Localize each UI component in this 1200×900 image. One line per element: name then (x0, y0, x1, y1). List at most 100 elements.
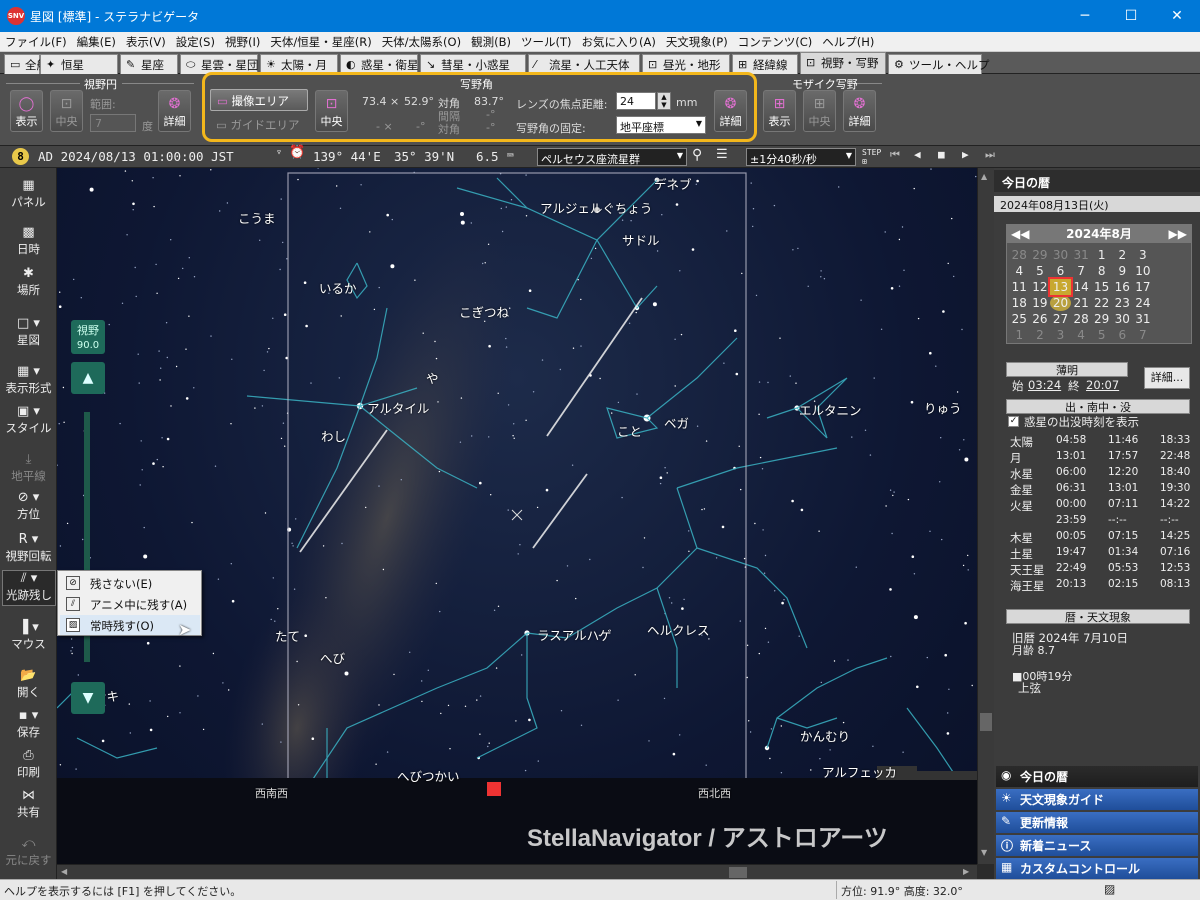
place-button[interactable]: ✱ 場所 (0, 266, 57, 298)
right-tab-3[interactable]: ⓘ 新着ニュース (996, 835, 1198, 856)
trail-button[interactable]: ⫽ ▾ 光跡残し (2, 570, 56, 606)
tab-8[interactable]: ⊡ 昼光・地形 (642, 54, 730, 74)
sky-label[interactable]: や (426, 368, 439, 387)
calendar-day[interactable]: 5 (1030, 263, 1051, 279)
calendar-day[interactable]: 31 (1071, 247, 1092, 263)
sky-label[interactable]: デネブ (654, 174, 692, 193)
tab-11[interactable]: ⚙ ツール・ヘルプ (888, 54, 990, 74)
star-chart[interactable]: デネブ アルジェルぐちょう サドル こうま いるか こぎつねやアルタイル わし こと ベガ エルタ… (57, 168, 977, 864)
calendar-day[interactable]: 4 (1009, 263, 1030, 279)
undo-button[interactable]: ⤺ 元に戻す (0, 836, 57, 868)
open-button[interactable]: 📂 開く (0, 668, 57, 700)
tab-7[interactable]: ⁄ 流星・人工天体 (528, 54, 640, 74)
trail-option-none[interactable]: ⊘ 残さない(E) (60, 573, 200, 593)
tab-10[interactable]: ⊡ 視野・写野 (800, 52, 886, 74)
right-tab-0[interactable]: ◉ 今日の暦 (996, 766, 1198, 787)
menu-item-5[interactable]: 天体/恒星・星座(R) (265, 32, 376, 50)
sky-label[interactable]: へび (320, 648, 345, 667)
twilight-detail-button[interactable]: 詳細... (1144, 367, 1190, 389)
sky-label[interactable]: かんむり (800, 726, 850, 745)
horizontal-scrollbar[interactable]: ◀ ▶ (57, 864, 977, 879)
sky-label[interactable]: へびつかい (397, 766, 460, 785)
mouse-button[interactable]: ▐ ▾ マウス (0, 620, 57, 652)
datetime-button[interactable]: ▩ 日時 (0, 225, 57, 257)
sky-label[interactable]: ラスアルハゲ (537, 625, 612, 644)
range-input[interactable]: 7 (90, 114, 136, 132)
sky-label[interactable]: アルフェッカ (822, 762, 897, 781)
calendar-day[interactable]: 29 (1030, 247, 1051, 263)
menu-item-9[interactable]: お気に入り(A) (576, 32, 660, 50)
skip-forward-icon[interactable]: ⏭ (985, 148, 995, 162)
calendar-day[interactable]: 20 (1050, 295, 1071, 311)
sky-label[interactable]: たて (275, 626, 300, 645)
save-button[interactable]: ▪ ▾ 保存 (0, 708, 57, 740)
calendar-day[interactable]: 2 (1112, 247, 1133, 263)
scroll-up-icon[interactable]: ▲ (981, 172, 987, 181)
display-format-button[interactable]: ▦ ▾ 表示形式 (0, 364, 57, 396)
zoom-out-button[interactable]: ▼ (71, 682, 105, 714)
tab-1[interactable]: ✦ 恒星 (40, 54, 118, 74)
play-icon[interactable]: ▶ (962, 148, 969, 161)
calendar-day[interactable]: 23 (1112, 295, 1133, 311)
menu-item-2[interactable]: 表示(V) (121, 32, 171, 50)
menu-item-6[interactable]: 天体/太陽系(O) (377, 32, 466, 50)
calendar-day[interactable]: 26 (1030, 311, 1051, 327)
calendar-day[interactable]: 22 (1091, 295, 1112, 311)
stop-icon[interactable]: ■ (938, 148, 945, 161)
calendar-day[interactable]: 6 (1050, 263, 1071, 279)
calendar-day[interactable]: 30 (1112, 311, 1133, 327)
menu-item-11[interactable]: コンテンツ(C) (733, 32, 818, 50)
calendar-day[interactable]: 28 (1009, 247, 1030, 263)
calendar-day[interactable]: 28 (1071, 311, 1092, 327)
calendar-day[interactable]: 2 (1030, 327, 1051, 343)
calendar-day[interactable]: 25 (1009, 311, 1030, 327)
minimize-icon[interactable]: ─ (1062, 0, 1108, 32)
sky-label[interactable]: ヘルクレス (647, 620, 710, 639)
animation-speed-select[interactable]: ±1分40秒/秒 ▼ (746, 148, 856, 166)
tab-3[interactable]: ⬭ 星雲・星団 (180, 54, 259, 74)
zoom-in-button[interactable]: ▲ (71, 362, 105, 394)
hscroll-thumb[interactable] (729, 867, 747, 878)
mosaic-detail-button[interactable]: ❂ 詳細 (843, 90, 876, 132)
tab-6[interactable]: ↘ 彗星・小惑星 (420, 54, 526, 74)
close-icon[interactable]: ✕ (1154, 0, 1200, 32)
sky-label[interactable]: こと (617, 421, 642, 440)
print-button[interactable]: ⎙ 印刷 (0, 748, 57, 780)
calendar-day[interactable]: 3 (1133, 247, 1154, 263)
calendar-day[interactable]: 29 (1091, 311, 1112, 327)
sky-label[interactable]: 西南西 (255, 785, 288, 801)
calendar-day[interactable]: 6 (1112, 327, 1133, 343)
sky-label[interactable]: いるか (319, 278, 357, 297)
calendar-day[interactable]: 24 (1133, 295, 1154, 311)
keyboard-icon[interactable]: ⌨ (507, 149, 514, 162)
rotate-view-button[interactable]: R ▾ 視野回転 (0, 532, 57, 564)
sky-label[interactable]: サドル (622, 230, 660, 249)
calendar-day[interactable]: 1 (1009, 327, 1030, 343)
time-arrow-icon[interactable]: ▿ (276, 147, 282, 158)
calendar-day[interactable]: 11 (1009, 279, 1030, 295)
tab-5[interactable]: ◐ 惑星・衛星 (340, 54, 419, 74)
planet-rise-checkbox[interactable]: ✓ (1008, 416, 1019, 427)
moon-phase-badge[interactable]: 8 (12, 148, 29, 165)
horizon-button[interactable]: ⤓ 地平線 (0, 452, 57, 484)
sky-label[interactable]: こぎつね (459, 302, 509, 321)
fov-circle-center-button[interactable]: ⊡ 中央 (50, 90, 83, 132)
calendar-day[interactable]: 7 (1071, 263, 1092, 279)
fov-circle-detail-button[interactable]: ❂ 詳細 (158, 90, 191, 132)
menu-item-7[interactable]: 観測(B) (466, 32, 516, 50)
sky-label[interactable]: 西北西 (698, 785, 731, 801)
vertical-scrollbar[interactable]: ▲ ▼ (977, 168, 994, 864)
sky-label[interactable]: わし (321, 426, 346, 445)
menu-item-1[interactable]: 編集(E) (72, 32, 121, 50)
calendar-day[interactable]: 5 (1091, 327, 1112, 343)
latitude-display[interactable]: 35° 39'N (394, 149, 454, 164)
longitude-display[interactable]: 139° 44'E (313, 149, 381, 164)
direction-button[interactable]: ⊘ ▾ 方位 (0, 490, 57, 522)
trail-option-anim[interactable]: ⫽ アニメ中に残す(A) (60, 594, 200, 614)
mosaic-center-button[interactable]: ⊞ 中央 (803, 90, 836, 132)
search-icon[interactable]: ⚲ (692, 147, 702, 163)
mosaic-show-button[interactable]: ⊞ 表示 (763, 90, 796, 132)
menu-item-0[interactable]: ファイル(F) (0, 32, 72, 50)
menu-item-8[interactable]: ツール(T) (516, 32, 577, 50)
menu-item-10[interactable]: 天文現象(P) (661, 32, 733, 50)
